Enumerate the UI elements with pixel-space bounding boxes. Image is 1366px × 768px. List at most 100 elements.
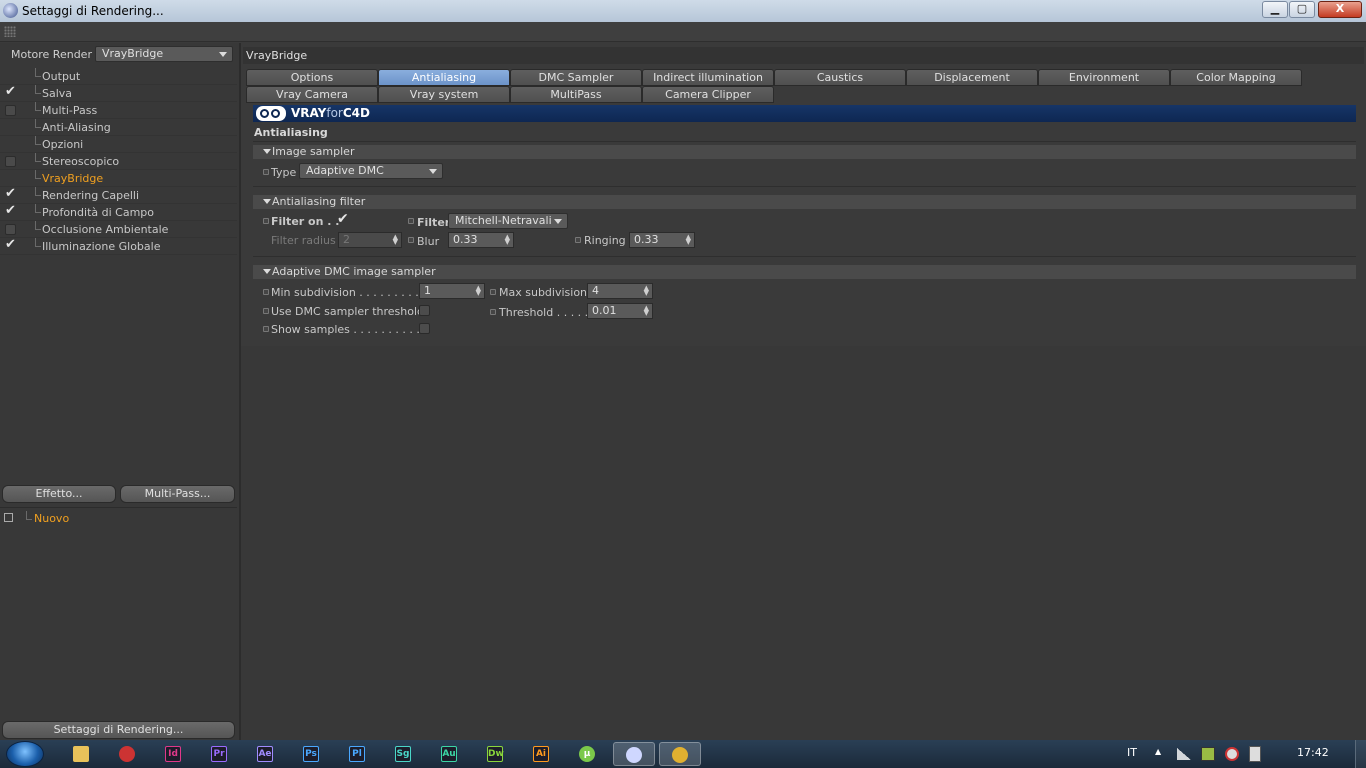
tab-dmc-sampler[interactable]: DMC Sampler xyxy=(510,69,642,86)
taskbar-media-button[interactable] xyxy=(107,742,149,766)
type-dropdown[interactable]: Adaptive DMC xyxy=(299,163,443,179)
taskbar-explorer-button[interactable] xyxy=(61,742,103,766)
sidebar-item[interactable]: ✔ Salva xyxy=(0,84,237,102)
tab-indirect-illumination-gi[interactable]: Indirect illumination (GI) xyxy=(642,69,774,99)
ringing-field[interactable]: 0.33 ▲ ▼ xyxy=(629,232,695,248)
filter-dropdown[interactable]: Mitchell-Netravali xyxy=(448,213,568,229)
tab-vray-system[interactable]: Vray system xyxy=(378,86,510,103)
close-button[interactable]: X xyxy=(1318,1,1362,18)
taskbar-dreamweaver-button[interactable]: Dw xyxy=(475,742,517,766)
taskbar-illustrator-button[interactable]: Ai xyxy=(521,742,563,766)
keyframe-dot-icon[interactable] xyxy=(490,309,496,315)
sidebar-item[interactable]: VrayBridge xyxy=(0,170,237,187)
taskbar-cinema4d-button[interactable] xyxy=(613,742,655,766)
show-desktop-button[interactable] xyxy=(1355,740,1366,768)
sidebar-item[interactable]: ✔ Illuminazione Globale xyxy=(0,237,237,255)
checkmark-icon[interactable]: ✔ xyxy=(5,203,16,218)
tab-options[interactable]: Options xyxy=(246,69,378,86)
keyframe-dot-icon[interactable] xyxy=(263,218,269,224)
taskbar-audition-button[interactable]: Au xyxy=(429,742,471,766)
network-icon[interactable] xyxy=(1177,748,1191,760)
spinner-icon[interactable]: ▲ ▼ xyxy=(476,285,481,297)
checkmark-icon[interactable]: ✔ xyxy=(5,84,16,99)
tab-caustics[interactable]: Caustics xyxy=(774,69,906,86)
checkmark-icon[interactable]: ✔ xyxy=(5,186,16,201)
divider xyxy=(253,186,1356,187)
collapse-triangle-icon[interactable] xyxy=(263,199,271,204)
keyframe-dot-icon[interactable] xyxy=(490,289,496,295)
min-subdivision-field[interactable]: 1 ▲ ▼ xyxy=(419,283,485,299)
multipass-button[interactable]: Multi-Pass... xyxy=(120,485,235,503)
taskbar-prelude-button[interactable]: Pl xyxy=(337,742,379,766)
aa-filter-group[interactable]: Antialiasing filter xyxy=(253,195,1356,209)
checkbox[interactable] xyxy=(5,105,16,116)
sidebar-item[interactable]: ✔ Rendering Capelli xyxy=(0,186,237,204)
language-indicator[interactable]: IT xyxy=(1127,746,1137,759)
taskbar-indesign-button[interactable]: Id xyxy=(153,742,195,766)
keyframe-dot-icon[interactable] xyxy=(408,218,414,224)
spinner-icon[interactable]: ▲ ▼ xyxy=(686,234,691,246)
keyframe-dot-icon[interactable] xyxy=(263,169,269,175)
blur-field[interactable]: 0.33 ▲ ▼ xyxy=(448,232,514,248)
taskbar-photoshop-button[interactable]: Ps xyxy=(291,742,333,766)
tab-vray-camera[interactable]: Vray Camera xyxy=(246,86,378,103)
tab-displacement[interactable]: Displacement xyxy=(906,69,1038,86)
tray-expand-icon[interactable]: ▲ xyxy=(1155,747,1161,756)
tray-app-icon[interactable] xyxy=(1201,747,1215,761)
effect-button[interactable]: Effetto... xyxy=(2,485,116,503)
taskbar-premiere-button[interactable]: Pr xyxy=(199,742,241,766)
keyframe-dot-icon[interactable] xyxy=(263,289,269,295)
sidebar-item[interactable]: Opzioni xyxy=(0,136,237,153)
keyframe-dot-icon[interactable] xyxy=(575,237,581,243)
checkbox[interactable] xyxy=(5,224,16,235)
volume-muted-icon[interactable] xyxy=(1225,747,1239,761)
tab-color-mapping[interactable]: Color Mapping xyxy=(1170,69,1302,86)
collapse-triangle-icon[interactable] xyxy=(263,269,271,274)
tab-antialiasing[interactable]: Antialiasing xyxy=(378,69,510,86)
preset-item[interactable]: Nuovo xyxy=(34,512,69,525)
max-subdivision-field[interactable]: 4 ▲ ▼ xyxy=(587,283,653,299)
windows-start-icon[interactable] xyxy=(6,741,44,767)
collapse-triangle-icon[interactable] xyxy=(263,149,271,154)
keyframe-dot-icon[interactable] xyxy=(263,326,269,332)
sidebar-item[interactable]: ✔ Profondità di Campo xyxy=(0,203,237,221)
tree-line xyxy=(35,187,41,196)
filter-on-checkbox[interactable]: ✔ xyxy=(337,211,349,227)
keyframe-dot-icon[interactable] xyxy=(408,237,414,243)
adaptive-dmc-group[interactable]: Adaptive DMC image sampler xyxy=(253,265,1356,279)
clock[interactable]: 17:42 xyxy=(1297,746,1329,759)
spinner-icon[interactable]: ▲ ▼ xyxy=(644,285,649,297)
sidebar-item[interactable]: Anti-Aliasing xyxy=(0,119,237,136)
threshold-field[interactable]: 0.01 ▲ ▼ xyxy=(587,303,653,319)
show-samples-checkbox[interactable] xyxy=(419,323,430,334)
sidebar-item[interactable]: Output xyxy=(0,68,237,85)
use-threshold-checkbox[interactable] xyxy=(419,305,430,316)
sidebar-item[interactable]: Occlusione Ambientale xyxy=(0,221,237,238)
tab-environment[interactable]: Environment xyxy=(1038,69,1170,86)
panel-header: VrayBridge xyxy=(243,47,1364,64)
taskbar-speedgrade-button[interactable]: Sg xyxy=(383,742,425,766)
taskbar-chrome-button[interactable] xyxy=(659,742,701,766)
taskbar-utorrent-button[interactable]: µ xyxy=(567,742,609,766)
grip-icon[interactable] xyxy=(4,26,16,37)
tab-camera-clipper[interactable]: Camera Clipper xyxy=(642,86,774,103)
spinner-icon[interactable]: ▲ ▼ xyxy=(644,305,649,317)
taskbar-aftereffects-button[interactable]: Ae xyxy=(245,742,287,766)
render-settings-button[interactable]: Settaggi di Rendering... xyxy=(2,721,235,739)
maximize-button[interactable]: ▢ xyxy=(1289,1,1315,18)
checkmark-icon[interactable]: ✔ xyxy=(5,237,16,252)
minimize-button[interactable]: ▁ xyxy=(1262,1,1288,18)
tree-line xyxy=(35,153,41,162)
spinner-icon[interactable]: ▲ ▼ xyxy=(505,234,510,246)
tab-multipass[interactable]: MultiPass xyxy=(510,86,642,103)
media-icon xyxy=(119,746,135,762)
sidebar-item[interactable]: Stereoscopico xyxy=(0,153,237,170)
checkbox[interactable] xyxy=(5,156,16,167)
engine-dropdown[interactable]: VrayBridge xyxy=(95,46,233,62)
safely-remove-icon[interactable] xyxy=(1249,746,1261,762)
expand-icon[interactable] xyxy=(4,513,13,522)
sidebar-item[interactable]: Multi-Pass xyxy=(0,102,237,119)
keyframe-dot-icon[interactable] xyxy=(263,308,269,314)
image-sampler-group[interactable]: Image sampler xyxy=(253,145,1356,159)
aa-filter-title: Antialiasing filter xyxy=(272,195,366,208)
